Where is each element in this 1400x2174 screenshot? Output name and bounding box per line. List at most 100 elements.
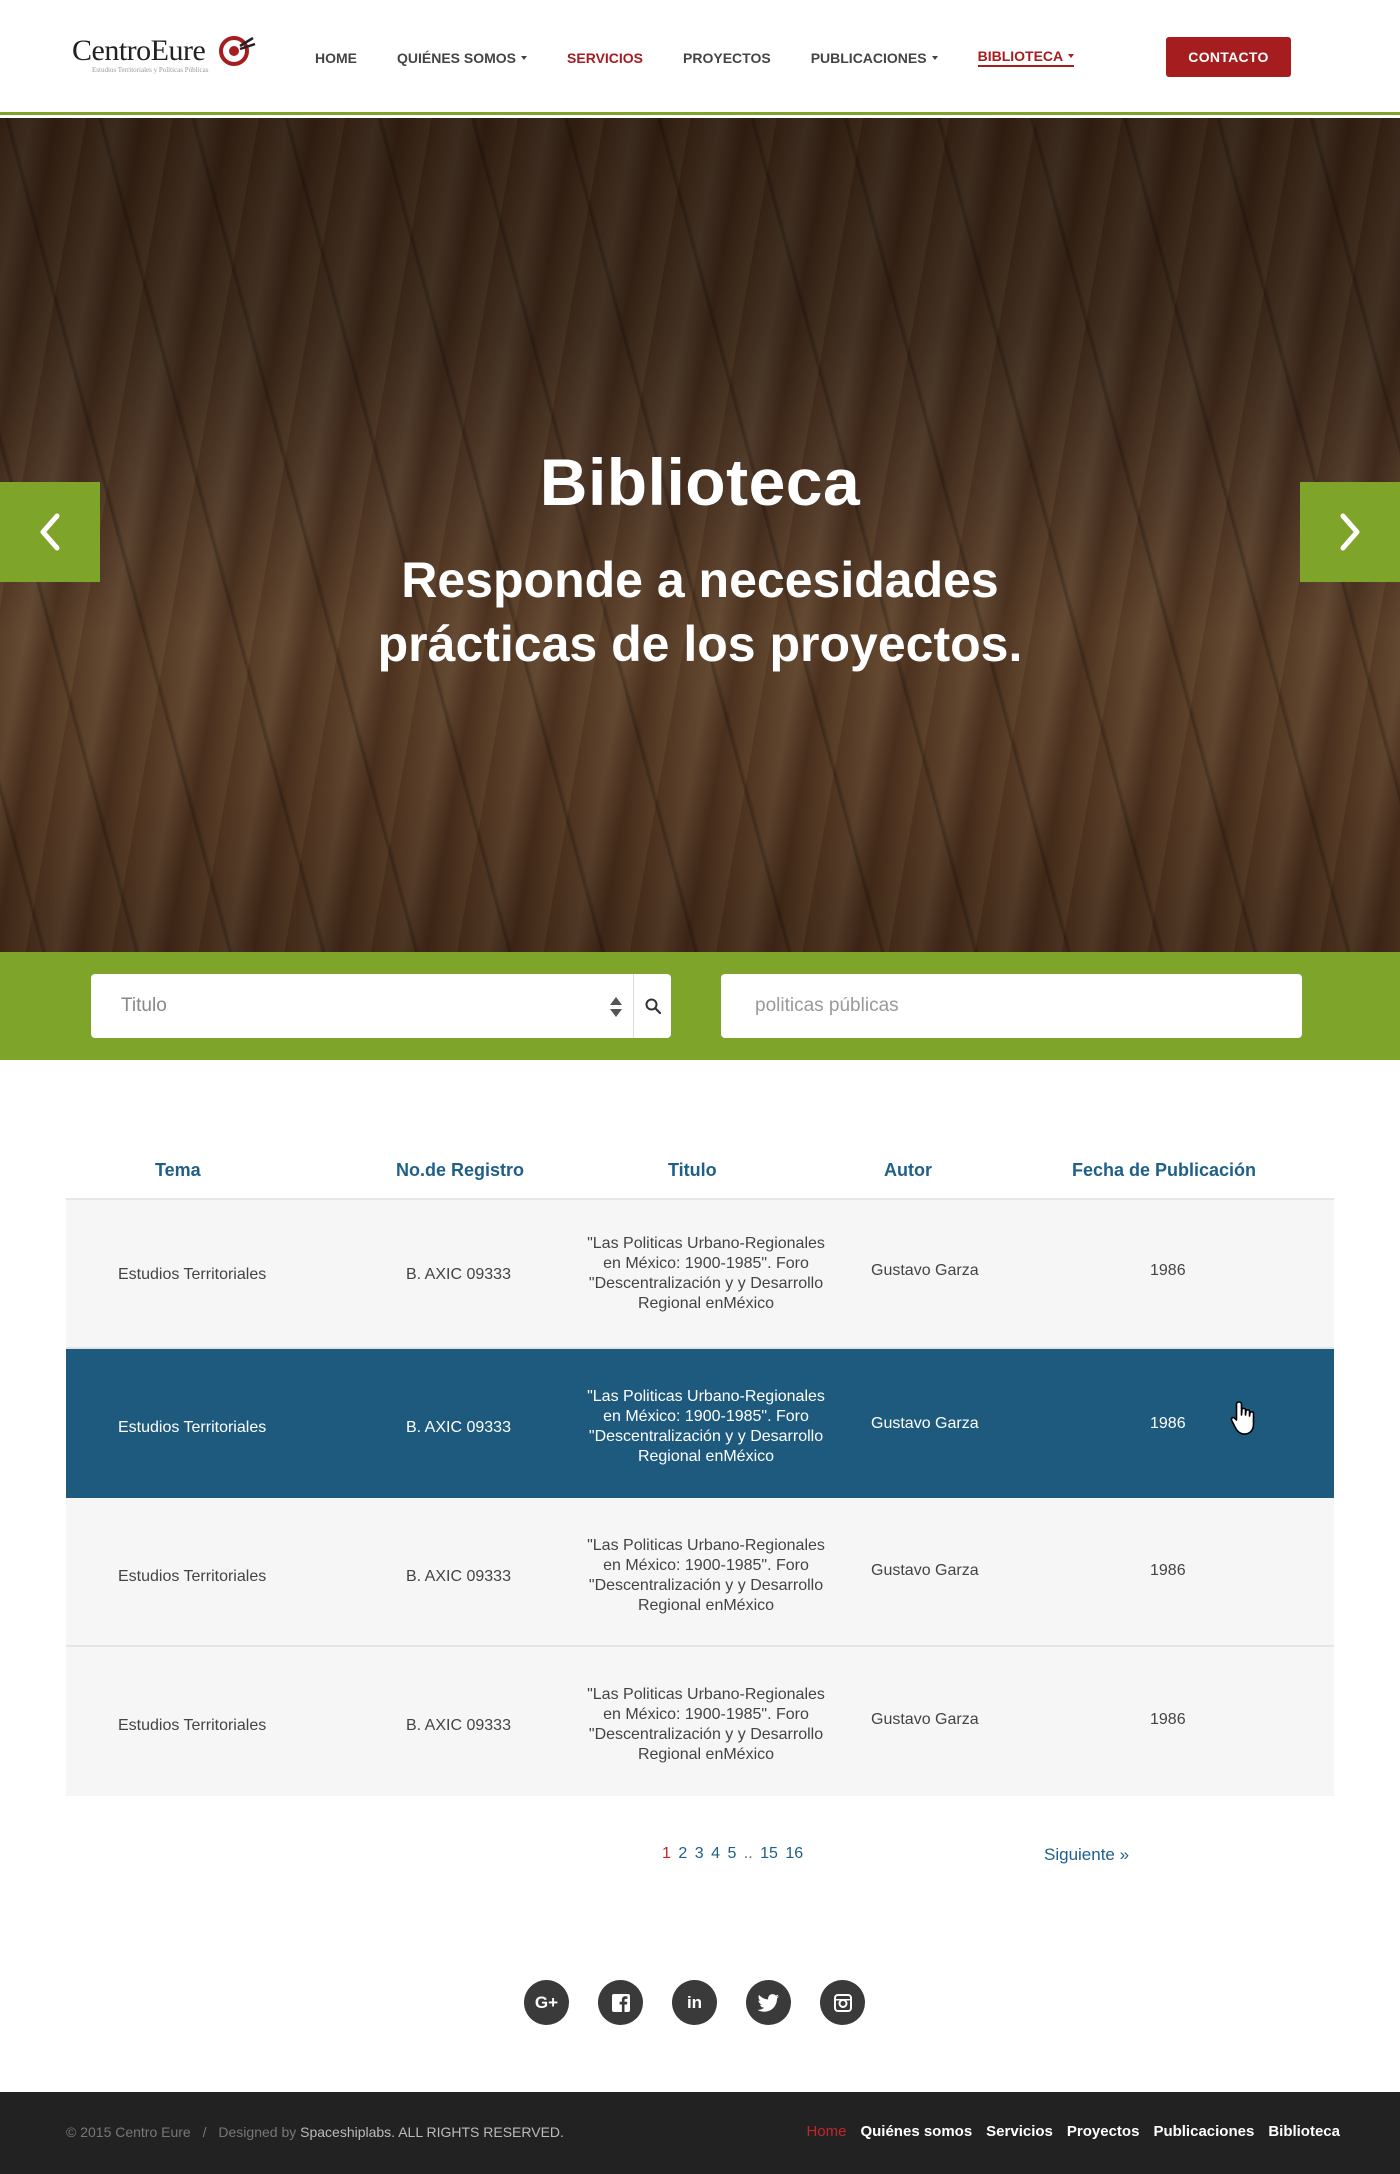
cell-tema: Estudios Territoriales <box>118 1419 267 1436</box>
facebook-icon[interactable] <box>598 1980 643 2025</box>
footer-nav: Home Quiénes somos Servicios Proyectos P… <box>806 2123 1340 2140</box>
cell-titulo: "Las Politicas Urbano-Regionales en Méxi… <box>587 1388 825 1465</box>
cell-autor: Gustavo Garza <box>871 1415 979 1432</box>
search-icon <box>645 998 661 1014</box>
nav-quienes-somos[interactable]: QUIÉNES SOMOS <box>397 48 528 67</box>
google-plus-icon[interactable]: G+ <box>524 1980 569 2025</box>
logo-mark-icon <box>219 36 256 66</box>
hero-next-button[interactable] <box>1300 482 1400 582</box>
copyright-text: © 2015 Centro Eure <box>66 2124 191 2140</box>
library-table: Tema No.de Registro Titulo Autor Fecha d… <box>66 1138 1334 1796</box>
header-titulo[interactable]: Titulo <box>668 1160 717 1181</box>
page-link-15[interactable]: 15 <box>760 1845 778 1862</box>
cell-fecha: 1986 <box>1150 1262 1186 1279</box>
nav-proyectos-label: PROYECTOS <box>683 49 771 66</box>
site-header: CentroEure Estudios Territoriales y Polí… <box>0 0 1400 115</box>
page-link-4[interactable]: 4 <box>711 1845 720 1862</box>
cell-titulo: "Las Politicas Urbano-Regionales en Méxi… <box>587 1235 825 1312</box>
cell-autor: Gustavo Garza <box>871 1262 979 1279</box>
instagram-icon[interactable] <box>820 1980 865 2025</box>
hero-subtitle: Responde a necesidades prácticas de los … <box>0 548 1400 676</box>
pagination: 1 2 3 4 5 .. 15 16 <box>662 1845 806 1863</box>
footer-link-home[interactable]: Home <box>806 2123 846 2140</box>
page-link-16[interactable]: 16 <box>785 1845 803 1862</box>
next-page-link[interactable]: Siguiente » <box>1044 1845 1129 1865</box>
header-tema[interactable]: Tema <box>155 1160 201 1181</box>
footer-link-biblioteca[interactable]: Biblioteca <box>1268 2123 1340 2140</box>
twitter-bird-glyph <box>757 1993 779 2012</box>
caret-down-icon <box>931 55 938 60</box>
cell-fecha: 1986 <box>1150 1711 1186 1728</box>
nav-home-label: HOME <box>315 49 357 66</box>
page-link-2[interactable]: 2 <box>678 1845 687 1862</box>
cell-titulo: "Las Politicas Urbano-Regionales en Méxi… <box>587 1686 825 1763</box>
nav-proyectos[interactable]: PROYECTOS <box>683 48 771 67</box>
nav-servicios-label: SERVICIOS <box>567 49 644 66</box>
table-header: Tema No.de Registro Titulo Autor Fecha d… <box>66 1138 1334 1200</box>
cell-registro: B. AXIC 09333 <box>406 1419 511 1436</box>
cell-fecha: 1986 <box>1150 1562 1186 1579</box>
page-link-5[interactable]: 5 <box>727 1845 736 1862</box>
cell-autor: Gustavo Garza <box>871 1711 979 1728</box>
cell-registro: B. AXIC 09333 <box>406 1266 511 1283</box>
footer-link-quienes-somos[interactable]: Quiénes somos <box>860 2123 972 2140</box>
cell-tema: Estudios Territoriales <box>118 1717 267 1734</box>
header-fecha[interactable]: Fecha de Publicación <box>1072 1160 1256 1181</box>
page-link-3[interactable]: 3 <box>695 1845 704 1862</box>
search-bar: Titulo <box>0 952 1400 1060</box>
hero-prev-button[interactable] <box>0 482 100 582</box>
header-registro[interactable]: No.de Registro <box>396 1160 524 1181</box>
search-input[interactable] <box>721 974 1302 1038</box>
hero-title: Biblioteca <box>539 445 861 519</box>
nav-biblioteca-label: BIBLIOTECA <box>977 48 1064 64</box>
table-row[interactable]: Estudios Territoriales B. AXIC 09333 "La… <box>66 1349 1334 1498</box>
hand-cursor-icon <box>1230 1401 1255 1435</box>
designer-link[interactable]: Spaceshiplabs. ALL RIGHTS RESERVED. <box>300 2124 564 2140</box>
hero-subtitle-line-1: Responde a necesidades <box>401 552 999 608</box>
nav-quienes-somos-label: QUIÉNES SOMOS <box>397 49 517 66</box>
instagram-glyph <box>833 1993 852 2012</box>
header-autor[interactable]: Autor <box>884 1160 932 1181</box>
hero-subtitle-line-2: prácticas de los proyectos. <box>377 616 1023 672</box>
nav-publicaciones[interactable]: PUBLICACIONES <box>811 48 938 67</box>
table-row[interactable]: Estudios Territoriales B. AXIC 09333 "La… <box>66 1647 1334 1796</box>
nav-publicaciones-label: PUBLICACIONES <box>810 49 927 66</box>
designed-by-label: Designed by <box>218 2124 297 2140</box>
chevron-left-icon <box>40 513 60 551</box>
caret-down-icon <box>1068 54 1075 58</box>
table-row[interactable]: Estudios Territoriales B. AXIC 09333 "La… <box>66 1498 1334 1647</box>
nav-biblioteca[interactable]: BIBLIOTECA <box>977 48 1075 67</box>
nav-home[interactable]: HOME <box>315 48 357 67</box>
cell-registro: B. AXIC 09333 <box>406 1717 511 1734</box>
logo-tagline: Estudios Territoriales y Políticas Públi… <box>92 66 209 74</box>
main-nav: HOME QUIÉNES SOMOS SERVICIOS PROYECTOS P… <box>315 48 1114 67</box>
caret-down-icon <box>521 55 528 60</box>
logo-text: CentroEure <box>72 34 206 67</box>
footer-link-proyectos[interactable]: Proyectos <box>1067 2123 1140 2140</box>
footer-link-servicios[interactable]: Servicios <box>986 2123 1053 2140</box>
chevron-right-icon <box>1340 513 1360 551</box>
linkedin-icon[interactable]: in <box>672 1980 717 2025</box>
logo[interactable]: CentroEure Estudios Territoriales y Polí… <box>72 30 272 80</box>
contact-button[interactable]: CONTACTO <box>1166 37 1291 77</box>
cell-titulo: "Las Politicas Urbano-Regionales en Méxi… <box>587 1537 825 1614</box>
cell-fecha: 1986 <box>1150 1415 1186 1432</box>
site-footer: © 2015 Centro Eure / Designed by Spacesh… <box>0 2092 1400 2174</box>
cell-autor: Gustavo Garza <box>871 1562 979 1579</box>
nav-servicios[interactable]: SERVICIOS <box>567 48 643 67</box>
copyright-separator: / <box>202 2124 207 2140</box>
page-ellipsis: .. <box>743 1845 753 1862</box>
hero-banner: Biblioteca Responde a necesidades prácti… <box>0 118 1400 952</box>
copyright: © 2015 Centro Eure / Designed by Spacesh… <box>66 2124 564 2140</box>
facebook-glyph <box>611 1993 630 2012</box>
page-link-1[interactable]: 1 <box>662 1845 671 1862</box>
search-field-select[interactable]: Titulo <box>91 974 671 1038</box>
search-field-select-value: Titulo <box>121 995 167 1016</box>
footer-link-publicaciones[interactable]: Publicaciones <box>1153 2123 1254 2140</box>
search-button[interactable] <box>633 974 671 1038</box>
cell-tema: Estudios Territoriales <box>118 1266 267 1283</box>
twitter-icon[interactable] <box>746 1980 791 2025</box>
cell-tema: Estudios Territoriales <box>118 1568 267 1585</box>
select-arrows-icon <box>610 997 622 1017</box>
table-row[interactable]: Estudios Territoriales B. AXIC 09333 "La… <box>66 1200 1334 1349</box>
